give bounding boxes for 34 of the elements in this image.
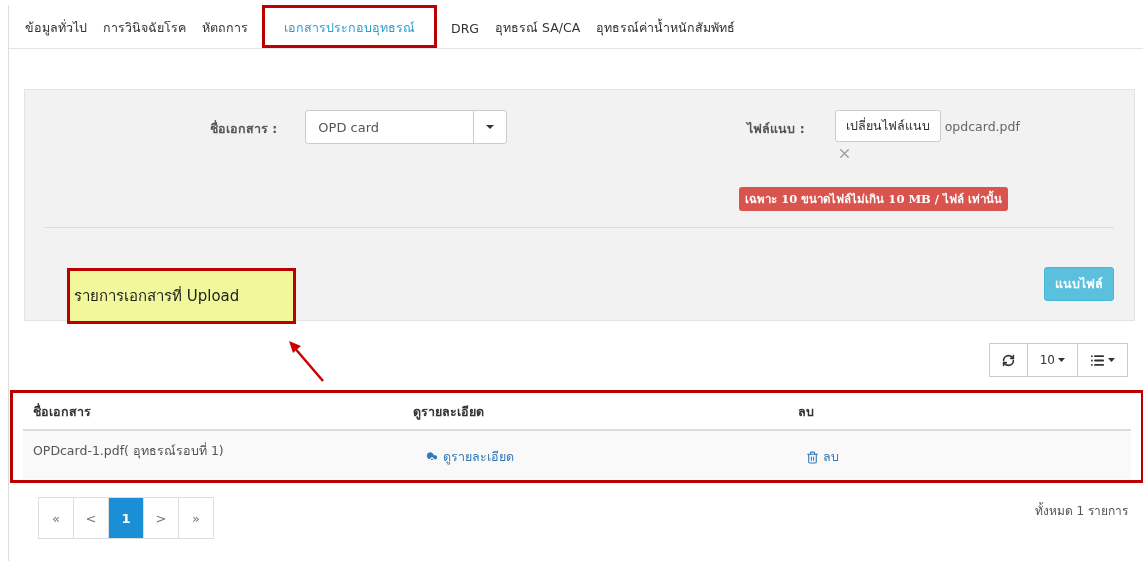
document-select[interactable]: OPD card [305,110,508,144]
tab[interactable]: การวินิจฉัยโรค [95,5,194,48]
page-link[interactable]: < [73,497,109,539]
refresh-button[interactable] [988,343,1028,377]
page-link[interactable]: > [143,497,179,539]
page-size-button[interactable]: 10 [1026,343,1078,377]
table-cell-text: OPDcard-1.pdf( อุทธรณ์รอบที่ 1) [32,441,224,461]
tab[interactable]: ข้อมูลทั่วไป [17,5,95,48]
page-link[interactable]: » [178,497,214,539]
field-label: ไฟล์แนบ : [747,120,805,138]
tab[interactable]: DRG [443,5,487,48]
refresh-icon [1001,353,1015,367]
total-count: ทั้งหมด 1 รายการ [1034,501,1128,520]
field-label: ชื่อเอกสาร : [210,119,278,138]
page-link[interactable]: 1 [108,497,144,539]
view-details-link[interactable]: ดูรายละเอียด [425,449,514,465]
caret-icon [1108,358,1115,362]
tab[interactable]: อุทธรณ์ค่าน้ำหนักสัมพัทธ์ [588,5,744,48]
file-limit-note: เฉพาะ 10 ขนาดไฟล์ไม่เกิน 10 MB / ไฟล์ เท่านั้น [739,187,1009,211]
column-header: ดูรายละเอียด [412,403,484,422]
tab[interactable]: หัตถการ [194,5,256,48]
tab[interactable]: อุทธรณ์ SA/CA [487,5,589,48]
caret-icon [1058,358,1065,362]
delete-link[interactable]: ลบ [806,449,839,465]
column-header: ลบ [797,403,814,421]
trash-icon [806,450,819,464]
page-link[interactable]: « [38,497,74,539]
change-file-button[interactable]: เปลี่ยนไฟล์แนบ [834,110,941,142]
caret-icon [486,125,495,129]
column-header: ชื่อเอกสาร [32,402,91,421]
columns-button[interactable] [1077,343,1128,377]
callout-note: รายการเอกสารที่ Upload [67,268,296,324]
file-name: opdcard.pdf [944,119,1020,136]
list-icon [1090,352,1105,368]
